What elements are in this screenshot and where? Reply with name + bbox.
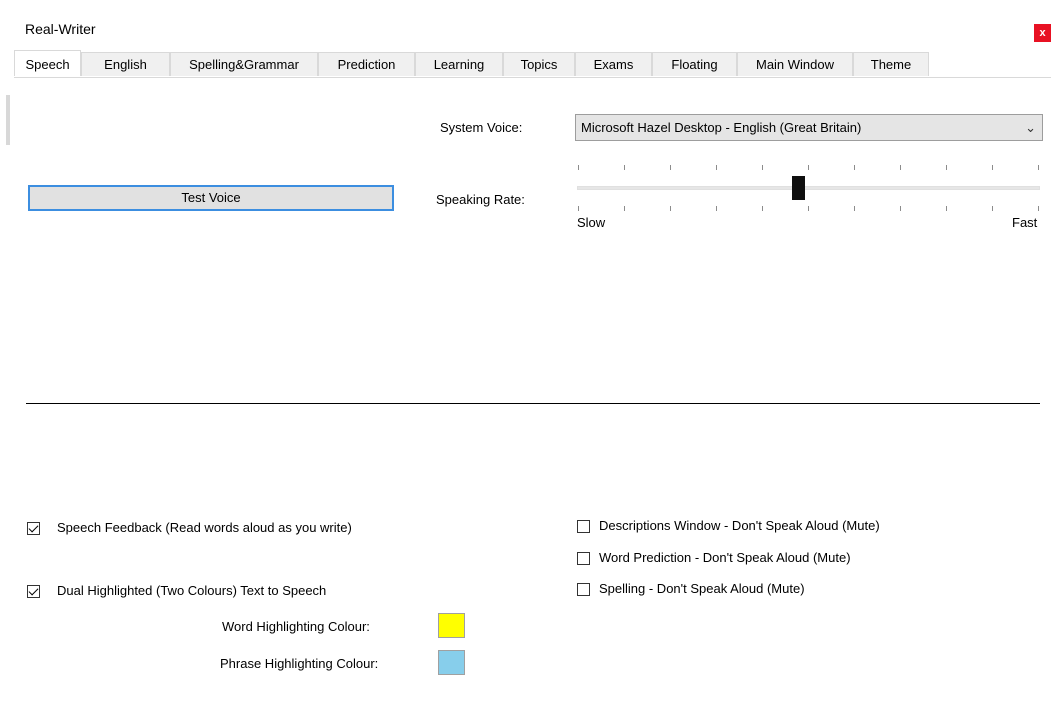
tab-speech[interactable]: Speech bbox=[14, 50, 81, 76]
slider-tick bbox=[946, 206, 947, 211]
test-voice-button[interactable]: Test Voice bbox=[28, 185, 394, 211]
word-colour-swatch[interactable] bbox=[438, 613, 465, 638]
tab-topics[interactable]: Topics bbox=[503, 52, 575, 76]
speech-feedback-checkbox[interactable] bbox=[27, 522, 40, 535]
dual-highlight-checkbox[interactable] bbox=[27, 585, 40, 598]
tab-learning[interactable]: Learning bbox=[415, 52, 503, 76]
slider-tick bbox=[1038, 206, 1039, 211]
speaking-rate-slider[interactable] bbox=[577, 186, 1040, 190]
word-prediction-mute-label: Word Prediction - Don't Speak Aloud (Mut… bbox=[599, 550, 851, 565]
title-bar: Real-Writer x bbox=[0, 0, 1051, 44]
panel-edge bbox=[6, 95, 10, 145]
slider-tick bbox=[624, 206, 625, 211]
speaking-rate-label: Speaking Rate: bbox=[436, 192, 525, 207]
word-prediction-mute-checkbox[interactable] bbox=[577, 552, 590, 565]
slider-tick bbox=[808, 165, 809, 170]
slider-tick bbox=[716, 206, 717, 211]
descriptions-mute-checkbox[interactable] bbox=[577, 520, 590, 533]
tab-main-window[interactable]: Main Window bbox=[737, 52, 853, 76]
slider-tick bbox=[808, 206, 809, 211]
tab-theme[interactable]: Theme bbox=[853, 52, 929, 76]
slider-tick bbox=[900, 206, 901, 211]
chevron-down-icon: ⌄ bbox=[1025, 120, 1036, 135]
tab-spelling-grammar[interactable]: Spelling&Grammar bbox=[170, 52, 318, 76]
slider-tick bbox=[946, 165, 947, 170]
slider-tick bbox=[578, 206, 579, 211]
section-divider bbox=[26, 403, 1040, 404]
system-voice-select[interactable]: Microsoft Hazel Desktop - English (Great… bbox=[575, 114, 1043, 141]
speech-feedback-label: Speech Feedback (Read words aloud as you… bbox=[57, 520, 352, 535]
slider-tick bbox=[854, 206, 855, 211]
slider-tick bbox=[854, 165, 855, 170]
tab-english[interactable]: English bbox=[81, 52, 170, 76]
slider-tick bbox=[670, 206, 671, 211]
slider-tick bbox=[624, 165, 625, 170]
system-voice-value: Microsoft Hazel Desktop - English (Great… bbox=[581, 120, 862, 135]
slider-thumb[interactable] bbox=[792, 176, 805, 200]
window-title: Real-Writer bbox=[25, 21, 96, 37]
system-voice-label: System Voice: bbox=[440, 120, 523, 135]
slider-tick bbox=[992, 206, 993, 211]
rate-fast-label: Fast bbox=[1012, 215, 1038, 230]
spelling-mute-checkbox[interactable] bbox=[577, 583, 590, 596]
settings-window: Real-Writer x Speech English Spelling&Gr… bbox=[0, 0, 1051, 705]
word-colour-label: Word Highlighting Colour: bbox=[222, 619, 370, 634]
tab-strip: Speech English Spelling&Grammar Predicti… bbox=[14, 50, 1051, 78]
phrase-colour-label: Phrase Highlighting Colour: bbox=[220, 656, 379, 671]
slider-tick bbox=[762, 165, 763, 170]
tab-exams[interactable]: Exams bbox=[575, 52, 652, 76]
slider-tick bbox=[578, 165, 579, 170]
rate-slow-label: Slow bbox=[577, 215, 606, 230]
tab-floating[interactable]: Floating bbox=[652, 52, 737, 76]
close-button[interactable]: x bbox=[1034, 24, 1051, 42]
spelling-mute-label: Spelling - Don't Speak Aloud (Mute) bbox=[599, 581, 805, 596]
tab-prediction[interactable]: Prediction bbox=[318, 52, 415, 76]
dual-highlight-label: Dual Highlighted (Two Colours) Text to S… bbox=[57, 583, 327, 598]
descriptions-mute-label: Descriptions Window - Don't Speak Aloud … bbox=[599, 518, 880, 533]
phrase-colour-swatch[interactable] bbox=[438, 650, 465, 675]
slider-tick bbox=[716, 165, 717, 170]
slider-tick bbox=[762, 206, 763, 211]
slider-tick bbox=[900, 165, 901, 170]
slider-tick bbox=[992, 165, 993, 170]
slider-tick bbox=[1038, 165, 1039, 170]
slider-tick bbox=[670, 165, 671, 170]
